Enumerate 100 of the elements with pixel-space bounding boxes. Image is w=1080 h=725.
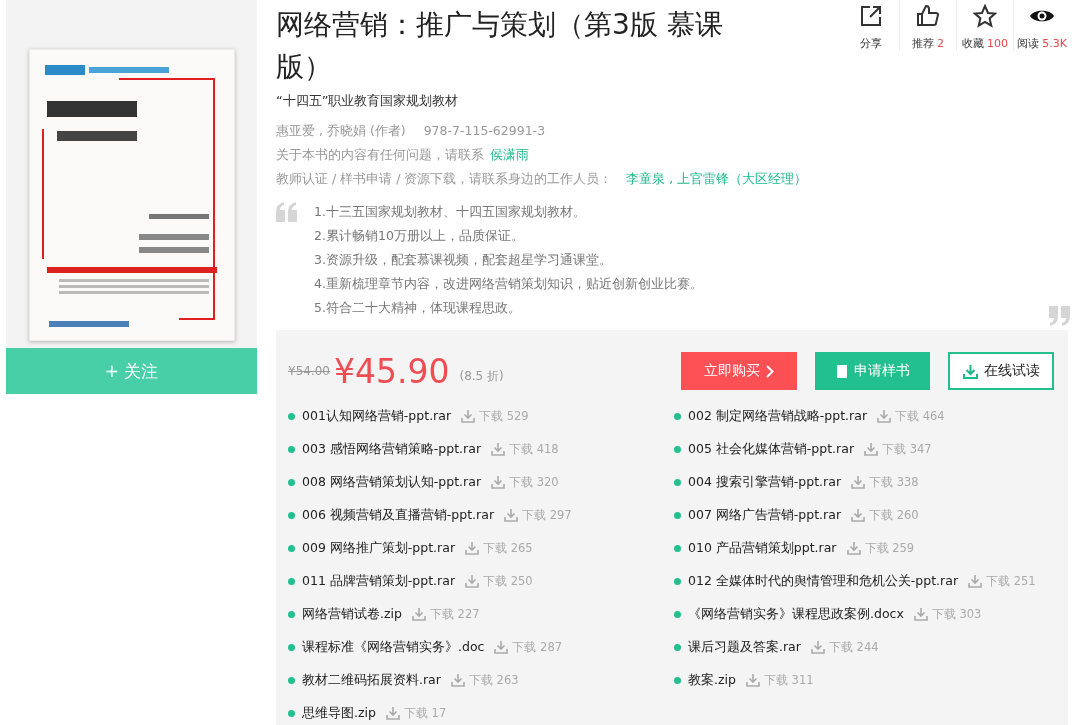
download-icon[interactable] [450, 673, 465, 687]
share-icon[interactable] [859, 4, 883, 28]
download-count: 下载 347 [882, 441, 932, 457]
file-link[interactable]: 课程标准《网络营销实务》.doc [302, 638, 485, 656]
bullet-dot-icon [288, 643, 295, 651]
download-icon[interactable] [385, 706, 400, 720]
download-count: 下载 251 [986, 573, 1036, 589]
download-icon[interactable] [465, 541, 480, 555]
download-icon[interactable] [851, 508, 866, 522]
book-icon [835, 363, 848, 379]
bullet-dot-icon [288, 478, 295, 486]
file-link[interactable]: 思维导图.zip [302, 704, 376, 722]
isbn-text: 978-7-115-62991-3 [423, 123, 546, 140]
bullet-dot-icon [674, 412, 681, 420]
download-icon[interactable] [913, 607, 928, 621]
download-icon[interactable] [494, 640, 509, 654]
file-link[interactable]: 008 网络营销策划认知-ppt.rar [302, 473, 482, 491]
download-count: 下载 338 [869, 474, 919, 490]
file-link[interactable]: 003 感悟网络营销策略-ppt.rar [302, 440, 482, 458]
download-count: 下载 303 [931, 606, 982, 622]
download-icon[interactable] [846, 541, 861, 555]
download-icon[interactable] [461, 409, 476, 423]
stat-label: 阅读 [1017, 37, 1040, 50]
download-count: 下载 265 [483, 540, 533, 556]
download-count: 下载 260 [869, 507, 919, 523]
thumbs-up-icon[interactable] [916, 4, 940, 28]
bullet-dot-icon [288, 412, 295, 420]
book-title: 网络营销：推广与策划（第3版 慕课版） [276, 7, 724, 85]
download-icon[interactable] [851, 475, 866, 489]
bullet-dot-icon [288, 511, 295, 519]
bullet-dot-icon [674, 445, 681, 453]
download-icon[interactable] [745, 673, 760, 687]
highlight-text: 5.符合二十大精神，体现课程思政。 [314, 300, 522, 317]
download-count: 下载 297 [522, 507, 572, 523]
highlight-text: 4.重新梳理章节内容，改进网络营销策划知识，贴近创新创业比赛。 [314, 276, 703, 293]
download-count: 下载 227 [429, 606, 480, 622]
series-label: “十四五”职业教育国家规划教材 [276, 92, 460, 110]
file-link[interactable]: 011 品牌营销策划-ppt.rar [302, 572, 456, 590]
stat-label: 推荐 [912, 37, 934, 50]
download-count: 下载 464 [895, 408, 945, 424]
file-link[interactable]: 007 网络广告营销-ppt.rar [688, 506, 842, 524]
contact-text: 关于本书的内容有任何问题，请联系 [276, 147, 484, 164]
bullet-dot-icon [674, 544, 681, 552]
download-count: 下载 244 [828, 639, 879, 655]
star-icon[interactable] [973, 4, 997, 28]
original-price: ¥54.00 [288, 364, 330, 378]
file-link[interactable]: 教材二维码拓展资料.rar [302, 671, 441, 689]
file-link[interactable]: 010 产品营销策划ppt.rar [688, 539, 837, 557]
bullet-dot-icon [674, 643, 681, 651]
quote-open-icon [276, 202, 298, 222]
file-link[interactable]: 012 全媒体时代的舆情管理和危机公关-ppt.rar [688, 572, 959, 590]
quote-close-icon [1048, 306, 1070, 326]
staff-text: 教师认证 / 样书申请 / 资源下载，请联系身边的工作人员： [276, 171, 613, 188]
stat-label: 分享 [860, 37, 882, 50]
file-link[interactable]: 002 制定网络营销战略-ppt.rar [688, 407, 868, 425]
download-icon[interactable] [968, 574, 983, 588]
bullet-dot-icon [674, 610, 681, 618]
download-count: 下载 259 [864, 540, 915, 556]
bullet-dot-icon [288, 445, 295, 453]
stat-count: 2 [937, 37, 944, 50]
download-count: 下载 529 [479, 408, 529, 424]
bullet-dot-icon [288, 676, 295, 684]
file-link[interactable]: 网络营销试卷.zip [302, 605, 402, 623]
download-count: 下载 250 [483, 573, 533, 589]
file-link[interactable]: 004 搜索引擎营销-ppt.rar [688, 473, 842, 491]
bullet-dot-icon [674, 676, 681, 684]
file-link[interactable]: 《网络营销实务》课程思政案例.docx [688, 605, 904, 623]
bullet-dot-icon [288, 577, 295, 585]
download-icon[interactable] [877, 409, 892, 423]
file-link[interactable]: 005 社会化媒体营销-ppt.rar [688, 440, 855, 458]
stat-count: 100 [987, 37, 1008, 50]
download-count: 下载 263 [468, 672, 519, 688]
file-link[interactable]: 教案.zip [688, 671, 736, 689]
download-count: 下载 418 [509, 441, 559, 457]
discount-text: (8.5 折) [459, 367, 504, 385]
authors-text: 惠亚爱 , 乔晓娟 (作者) [276, 123, 406, 140]
download-icon[interactable] [504, 508, 519, 522]
bullet-dot-icon [288, 610, 295, 618]
download-icon[interactable] [465, 574, 480, 588]
stat-label: 收藏 [962, 37, 984, 50]
download-count: 下载 320 [509, 474, 559, 490]
bullet-dot-icon [674, 511, 681, 519]
file-link[interactable]: 课后习题及答案.rar [688, 638, 801, 656]
download-icon[interactable] [810, 640, 825, 654]
chevron-right-icon [766, 364, 774, 378]
download-icon [962, 363, 978, 379]
file-link[interactable]: 001认知网络营销-ppt.rar [302, 407, 452, 425]
bullet-dot-icon [288, 709, 295, 717]
current-price: ¥45.90 [334, 351, 450, 391]
bullet-dot-icon [288, 544, 295, 552]
online-read-button[interactable]: 在线试读 [948, 352, 1054, 390]
download-icon[interactable] [491, 442, 506, 456]
bullet-dot-icon [674, 577, 681, 585]
file-link[interactable]: 009 网络推广策划-ppt.rar [302, 539, 456, 557]
download-icon[interactable] [411, 607, 426, 621]
download-icon[interactable] [491, 475, 506, 489]
download-count: 下载 17 [403, 705, 447, 721]
download-icon[interactable] [864, 442, 879, 456]
file-link[interactable]: 006 视频营销及直播营销-ppt.rar [302, 506, 495, 524]
bullet-dot-icon [674, 478, 681, 486]
